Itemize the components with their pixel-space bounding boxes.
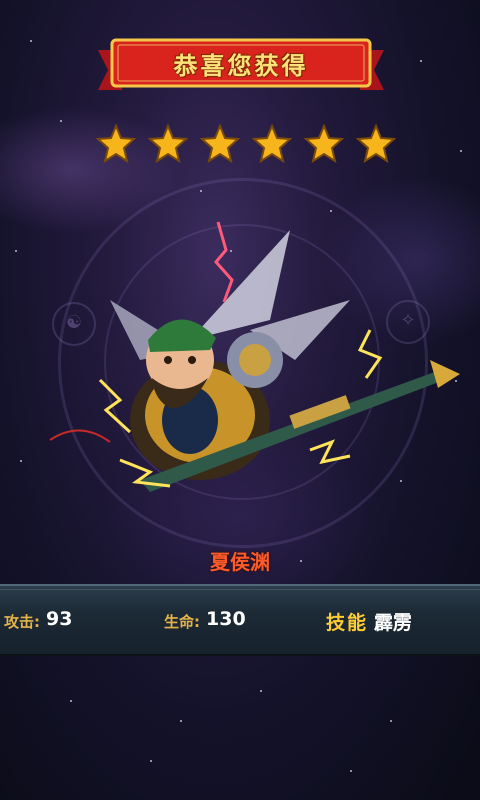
- background-star: [15, 250, 17, 252]
- gold-star-icon: [200, 124, 240, 164]
- background-star: [70, 700, 72, 702]
- background-star: [60, 120, 62, 122]
- gold-star-icon: [252, 124, 292, 164]
- skill-label: 技能: [326, 612, 369, 634]
- background-star: [350, 770, 352, 772]
- background-star: [150, 760, 152, 762]
- gold-star-icon: [148, 124, 188, 164]
- star-rating: [96, 124, 396, 164]
- hero-name: 夏侯渊: [210, 550, 270, 574]
- background-star: [260, 690, 262, 692]
- stats-bar-highlight: [0, 589, 480, 590]
- skill-value: 霹雳: [374, 612, 413, 634]
- background-star: [180, 720, 182, 722]
- hp-value: 130: [206, 608, 246, 630]
- background-star: [30, 40, 32, 42]
- background-star: [20, 460, 22, 462]
- hp-label: 生命:: [164, 613, 201, 631]
- hero-character-illustration: [49, 221, 460, 492]
- attack-label: 攻击:: [4, 613, 41, 631]
- hero-stats-bar: 攻击: 93 生命: 130 技能 霹雳: [0, 584, 480, 656]
- banner-title: 恭喜您获得: [173, 51, 309, 80]
- gold-star-icon: [304, 124, 344, 164]
- attack-value: 93: [46, 608, 73, 630]
- background-star: [420, 60, 422, 62]
- reward-banner: 恭喜您获得: [98, 36, 384, 94]
- gold-star-icon: [96, 124, 136, 164]
- background-star: [460, 150, 462, 152]
- background-star: [390, 720, 392, 722]
- gold-star-icon: [356, 124, 396, 164]
